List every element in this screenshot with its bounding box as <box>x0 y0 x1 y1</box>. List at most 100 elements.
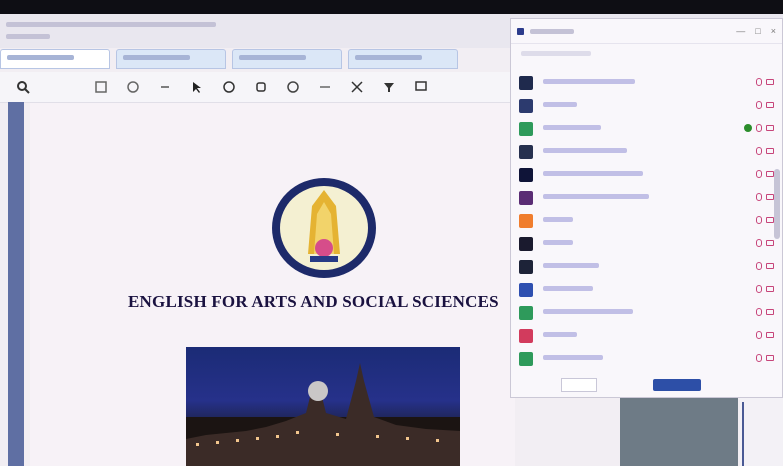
right-edge-panel <box>740 398 783 466</box>
mic-muted-icon <box>756 170 762 178</box>
hand-icon[interactable] <box>220 78 238 96</box>
avatar <box>519 98 533 113</box>
participant-name <box>543 194 649 201</box>
document-tabs <box>0 49 520 71</box>
participants-icon <box>517 27 524 35</box>
participant-status <box>756 354 774 362</box>
mic-muted-icon <box>756 216 762 224</box>
page-thumbnail-icon[interactable] <box>92 78 110 96</box>
minimize-icon[interactable]: — <box>736 26 745 36</box>
mute-all-button[interactable] <box>653 379 701 391</box>
participant-name <box>543 332 577 339</box>
cover-photo-image <box>186 347 460 466</box>
document-title: ENGLISH FOR ARTS AND SOCIAL SCIENCES <box>128 292 499 311</box>
camera-off-icon <box>766 309 774 315</box>
avatar <box>519 213 533 228</box>
avatar <box>519 305 533 320</box>
participant-name <box>543 102 577 109</box>
participant-row[interactable] <box>511 209 782 232</box>
edge-divider <box>742 402 744 466</box>
avatar <box>519 121 533 136</box>
fit-page-icon[interactable] <box>284 78 302 96</box>
participant-status <box>756 239 774 247</box>
avatar <box>519 190 533 205</box>
mic-muted-icon <box>756 308 762 316</box>
participant-row[interactable] <box>511 278 782 301</box>
participant-row[interactable] <box>511 232 782 255</box>
maximize-icon[interactable]: □ <box>755 26 760 36</box>
tab-document-1[interactable] <box>0 49 110 69</box>
participant-name <box>543 355 603 362</box>
participant-row[interactable] <box>511 347 782 370</box>
highlight-icon[interactable] <box>380 78 398 96</box>
avatar <box>519 282 533 297</box>
mic-muted-icon <box>756 285 762 293</box>
left-side-strip <box>8 102 24 466</box>
mic-muted-icon <box>756 78 762 86</box>
participants-header: — □ × <box>511 19 782 44</box>
participant-name <box>543 171 643 178</box>
participant-row[interactable] <box>511 301 782 324</box>
participant-status <box>756 285 774 293</box>
link-icon[interactable] <box>316 78 334 96</box>
participant-name <box>543 79 635 86</box>
participant-status <box>756 101 774 109</box>
camera-off-icon <box>766 79 774 85</box>
mic-muted-icon <box>756 147 762 155</box>
avatar <box>519 75 533 90</box>
participant-row[interactable] <box>511 324 782 347</box>
camera-off-icon <box>766 286 774 292</box>
participant-status <box>744 124 774 132</box>
camera-off-icon <box>766 355 774 361</box>
avatar <box>519 144 533 159</box>
participants-footer <box>511 373 782 397</box>
participant-status <box>756 216 774 224</box>
video-on-icon <box>744 124 752 132</box>
tab-document-4[interactable] <box>348 49 458 69</box>
participants-panel: — □ × <box>510 18 783 398</box>
participant-name <box>543 217 573 224</box>
close-icon[interactable]: × <box>771 26 776 36</box>
participant-status <box>756 331 774 339</box>
camera-off-icon <box>766 217 774 223</box>
video-thumbnail <box>620 398 738 466</box>
participant-row[interactable] <box>511 140 782 163</box>
camera-off-icon <box>766 194 774 200</box>
mic-muted-icon <box>756 354 762 362</box>
government-seal-logo <box>272 178 376 278</box>
cursor-icon[interactable] <box>188 78 206 96</box>
mic-muted-icon <box>756 101 762 109</box>
participant-row[interactable] <box>511 255 782 278</box>
camera-off-icon <box>766 332 774 338</box>
camera-off-icon <box>766 171 774 177</box>
zoom-icon[interactable] <box>124 78 142 96</box>
participant-name <box>543 263 599 270</box>
search-icon[interactable] <box>14 78 32 96</box>
minus-icon[interactable] <box>156 78 174 96</box>
mic-muted-icon <box>756 331 762 339</box>
participant-status <box>756 308 774 316</box>
rotate-icon[interactable] <box>252 78 270 96</box>
participant-row[interactable] <box>511 71 782 94</box>
participant-row[interactable] <box>511 186 782 209</box>
participant-name <box>543 148 627 155</box>
crop-icon[interactable] <box>348 78 366 96</box>
avatar <box>519 351 533 366</box>
participant-name <box>543 125 601 132</box>
participants-search[interactable] <box>511 44 782 62</box>
participant-row[interactable] <box>511 163 782 186</box>
mic-muted-icon <box>756 193 762 201</box>
participant-row[interactable] <box>511 94 782 117</box>
invite-button[interactable] <box>561 378 597 392</box>
tab-document-2[interactable] <box>116 49 226 69</box>
mic-muted-icon <box>756 262 762 270</box>
participant-status <box>756 262 774 270</box>
participant-name <box>543 309 633 316</box>
participant-name <box>543 240 573 247</box>
participants-list <box>511 71 782 370</box>
tab-document-3[interactable] <box>232 49 342 69</box>
participants-scrollbar[interactable] <box>774 169 780 239</box>
camera-off-icon <box>766 125 774 131</box>
comment-icon[interactable] <box>412 78 430 96</box>
participant-row[interactable] <box>511 117 782 140</box>
